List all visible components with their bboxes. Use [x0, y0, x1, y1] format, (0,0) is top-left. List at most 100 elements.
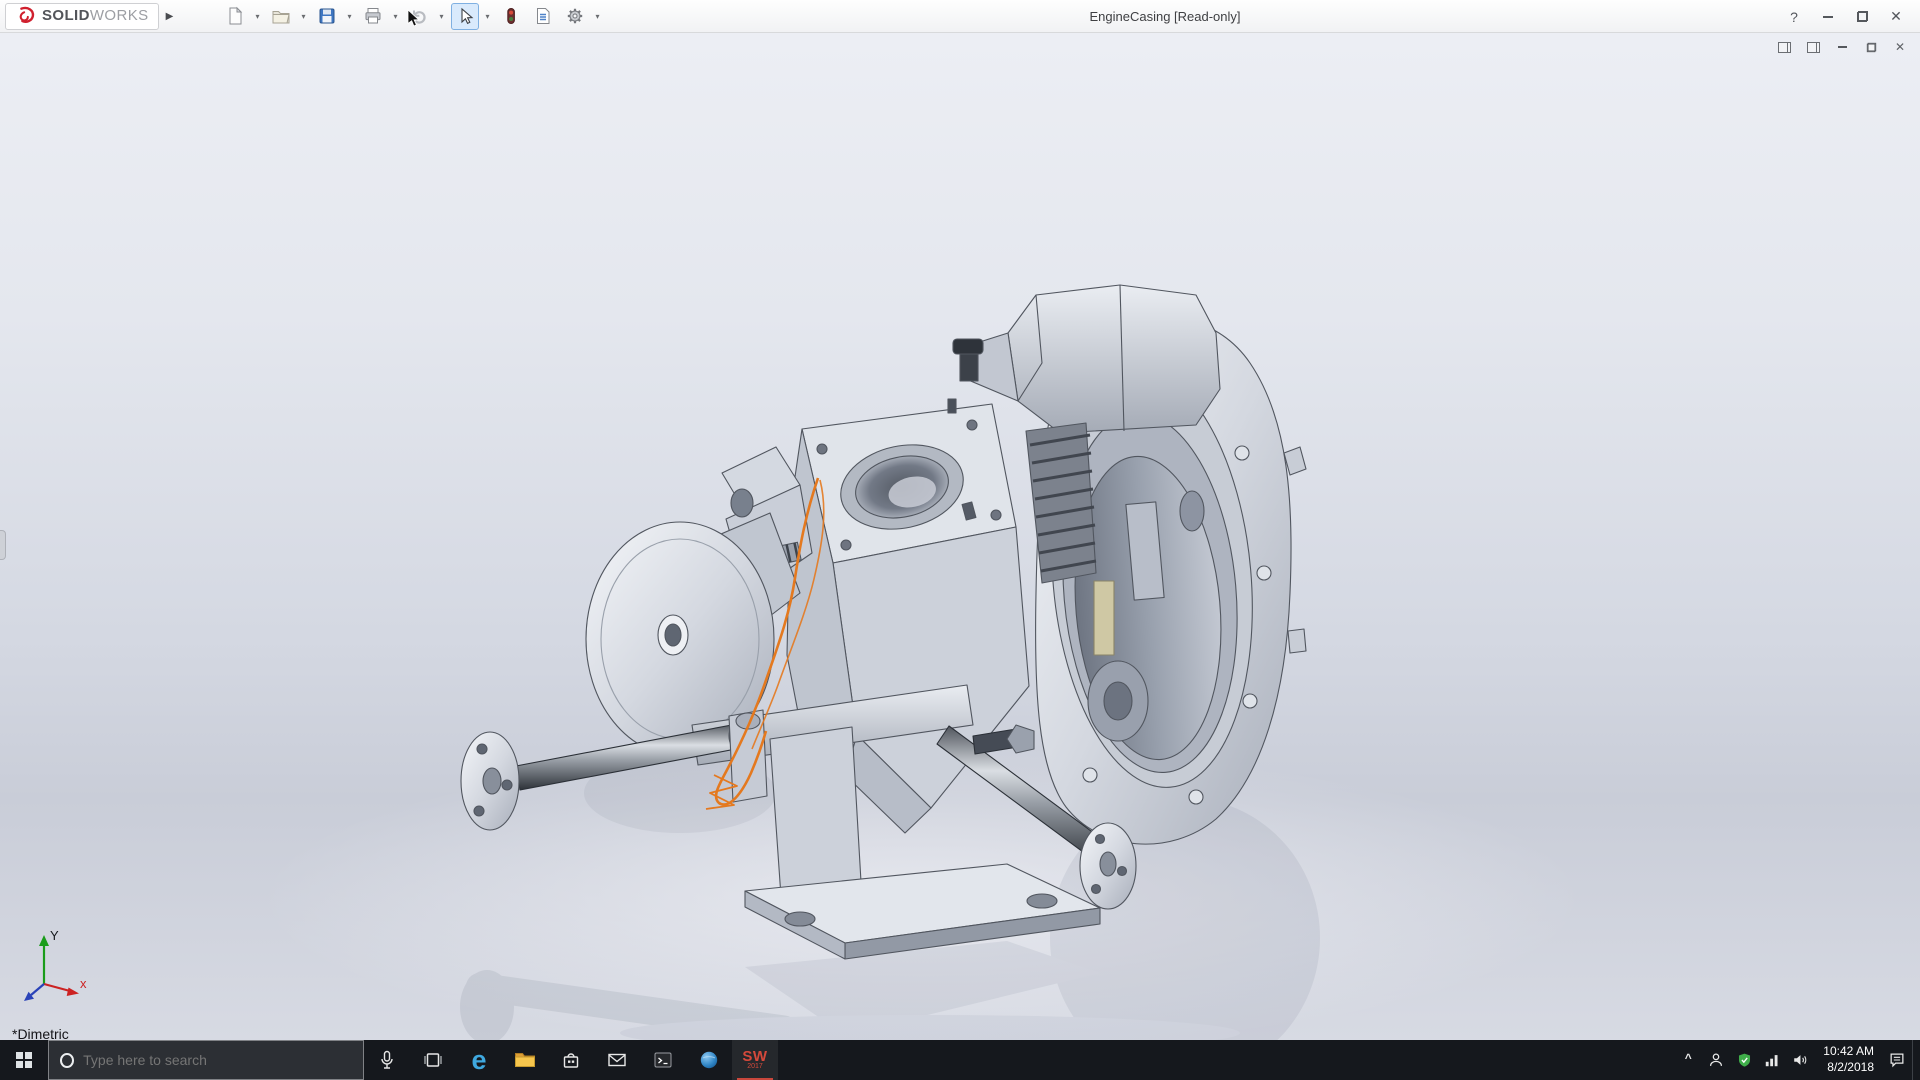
- close-button[interactable]: ✕: [1882, 4, 1910, 30]
- window-controls: ? ✕: [1780, 0, 1910, 33]
- taskbar-clock[interactable]: 10:42 AM 8/2/2018: [1815, 1044, 1882, 1075]
- volume-tray-button[interactable]: [1787, 1040, 1813, 1080]
- file-properties-button[interactable]: [529, 3, 557, 30]
- document-title: EngineCasing [Read-only]: [1089, 9, 1240, 24]
- taskbar-solidworks-button[interactable]: SW 2017: [732, 1040, 778, 1080]
- maximize-button[interactable]: [1848, 4, 1876, 30]
- gear-icon: [565, 6, 585, 26]
- sw-badge-year: 2017: [747, 1064, 763, 1070]
- save-icon: [317, 6, 337, 26]
- taskbar: e: [0, 1040, 1920, 1080]
- new-document-caret[interactable]: ▾: [253, 12, 263, 21]
- triad-y-label: Y: [50, 928, 59, 943]
- new-document-icon: [225, 6, 245, 26]
- orientation-triad: Y x: [14, 922, 94, 1014]
- file-properties-icon: [533, 6, 553, 26]
- restore-icon: [1857, 11, 1868, 22]
- undo-icon: [409, 6, 429, 26]
- taskbar-store-button[interactable]: [548, 1040, 594, 1080]
- hidden-icons-button[interactable]: ^: [1675, 1040, 1701, 1080]
- cortana-circle-icon: [60, 1053, 74, 1068]
- search-input[interactable]: [83, 1052, 352, 1068]
- system-tray: ^: [1675, 1040, 1920, 1080]
- rebuild-button[interactable]: [497, 3, 525, 30]
- file-explorer-icon: [514, 1051, 536, 1069]
- title-bar: SOLIDWORKS ▶ ▾ ▾: [0, 0, 1920, 33]
- solidworks-2017-icon: SW 2017: [742, 1050, 767, 1071]
- triad-x-label: x: [80, 976, 87, 991]
- print-caret[interactable]: ▾: [391, 12, 401, 21]
- solidworks-logo[interactable]: SOLIDWORKS: [5, 3, 159, 30]
- start-button[interactable]: [0, 1040, 48, 1080]
- brand-text-works: WORKS: [90, 7, 149, 24]
- print-button[interactable]: [359, 3, 387, 30]
- rebuild-traffic-light-icon: [501, 6, 521, 26]
- undo-caret[interactable]: ▾: [437, 12, 447, 21]
- windows-logo-icon: [16, 1052, 32, 1068]
- undo-button[interactable]: [405, 3, 433, 30]
- taskbar-mail-button[interactable]: [594, 1040, 640, 1080]
- engine-casing-3d-model[interactable]: [0, 33, 1920, 1040]
- minimize-icon: [1838, 46, 1847, 48]
- pane-split-button[interactable]: [1776, 39, 1792, 55]
- taskbar-command-prompt-button[interactable]: [640, 1040, 686, 1080]
- taskbar-search[interactable]: [48, 1040, 364, 1080]
- document-window-controls: ✕: [1776, 39, 1908, 55]
- doc-restore-button[interactable]: [1863, 39, 1879, 55]
- pane-icon: [1807, 42, 1820, 53]
- select-cursor-icon: [455, 6, 475, 26]
- store-icon: [561, 1050, 581, 1070]
- restore-icon: [1866, 42, 1875, 51]
- taskbar-file-explorer-button[interactable]: [502, 1040, 548, 1080]
- print-icon: [363, 6, 383, 26]
- save-caret[interactable]: ▾: [345, 12, 355, 21]
- graphics-area[interactable]: ✕: [0, 33, 1920, 1040]
- new-document-button[interactable]: [221, 3, 249, 30]
- pane-display-button[interactable]: [1805, 39, 1821, 55]
- options-caret[interactable]: ▾: [593, 12, 603, 21]
- show-desktop-button[interactable]: [1912, 1040, 1918, 1080]
- pane-icon: [1778, 42, 1791, 53]
- save-button[interactable]: [313, 3, 341, 30]
- command-prompt-icon: [653, 1050, 673, 1070]
- person-icon: [1707, 1051, 1725, 1069]
- network-signal-icon: [1763, 1052, 1781, 1068]
- open-folder-icon: [271, 6, 291, 26]
- edge-icon: e: [471, 1047, 486, 1074]
- dassault-ds-icon: [15, 5, 37, 27]
- speaker-icon: [1791, 1052, 1809, 1068]
- options-button[interactable]: [561, 3, 589, 30]
- contacts-tray-button[interactable]: [1703, 1040, 1729, 1080]
- minimize-button[interactable]: [1814, 4, 1842, 30]
- sw-badge-text: SW: [742, 1050, 767, 1064]
- shield-icon: [1736, 1051, 1753, 1069]
- action-center-button[interactable]: [1884, 1040, 1910, 1080]
- open-button[interactable]: [267, 3, 295, 30]
- panel-splitter-handle[interactable]: [0, 530, 6, 560]
- doc-close-button[interactable]: ✕: [1892, 39, 1908, 55]
- brand-text-solid: SOLID: [42, 7, 90, 24]
- microphone-button[interactable]: [364, 1040, 410, 1080]
- microphone-icon: [379, 1050, 395, 1070]
- taskbar-edge-button[interactable]: e: [456, 1040, 502, 1080]
- doc-minimize-button[interactable]: [1834, 39, 1850, 55]
- taskbar-app-sphere-button[interactable]: [686, 1040, 732, 1080]
- quick-access-toolbar: ▾ ▾ ▾: [221, 3, 603, 30]
- mail-icon: [607, 1052, 627, 1068]
- open-caret[interactable]: ▾: [299, 12, 309, 21]
- clock-time: 10:42 AM: [1823, 1044, 1874, 1060]
- solidworks-window: SOLIDWORKS ▶ ▾ ▾: [0, 0, 1920, 1080]
- chevron-up-icon: ^: [1685, 1051, 1692, 1069]
- clock-date: 8/2/2018: [1827, 1060, 1874, 1076]
- menu-expand-arrow[interactable]: ▶: [159, 3, 181, 30]
- help-button[interactable]: ?: [1780, 4, 1808, 30]
- network-tray-button[interactable]: [1759, 1040, 1785, 1080]
- select-button[interactable]: [451, 3, 479, 30]
- select-caret[interactable]: ▾: [483, 12, 493, 21]
- action-center-icon: [1888, 1051, 1906, 1069]
- minimize-icon: [1823, 16, 1833, 18]
- blue-sphere-app-icon: [699, 1050, 719, 1070]
- defender-tray-button[interactable]: [1731, 1040, 1757, 1080]
- task-view-icon: [423, 1051, 443, 1069]
- task-view-button[interactable]: [410, 1040, 456, 1080]
